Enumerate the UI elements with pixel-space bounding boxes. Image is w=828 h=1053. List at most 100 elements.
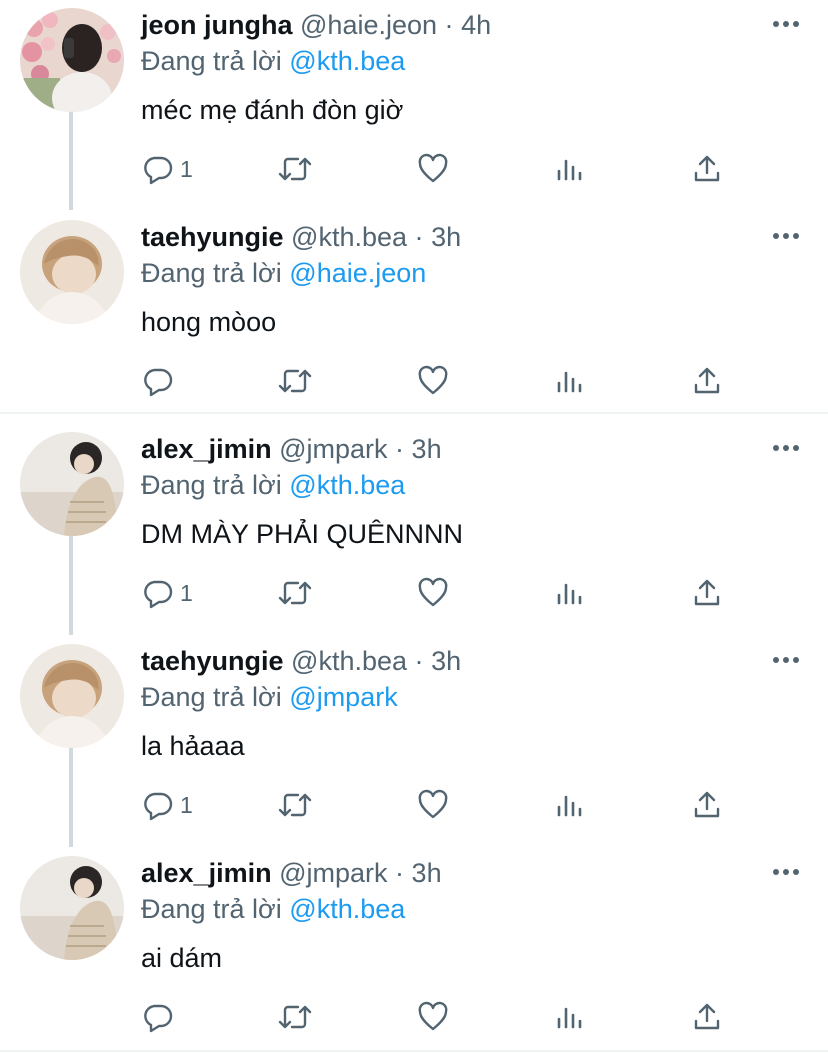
timestamp[interactable]: 3h — [412, 858, 442, 888]
reply-button[interactable]: 1 — [142, 149, 193, 189]
replying-to-label: Đang trả lời — [141, 46, 282, 76]
like-button[interactable] — [417, 573, 449, 613]
share-button[interactable] — [692, 149, 722, 189]
avatar[interactable] — [20, 8, 124, 112]
timestamp[interactable]: 3h — [431, 646, 461, 676]
views-button[interactable] — [555, 361, 585, 401]
tweet[interactable]: alex_jimin @jmpark · 3h Đang trả lời @kt… — [0, 856, 828, 1046]
display-name[interactable]: taehyungie — [141, 646, 284, 676]
like-button[interactable] — [417, 785, 449, 825]
mention-link[interactable]: @kth.bea — [289, 46, 405, 76]
replying-to-label: Đang trả lời — [141, 470, 282, 500]
display-name[interactable]: alex_jimin — [141, 434, 272, 464]
reply-button[interactable] — [142, 997, 180, 1037]
like-button[interactable] — [417, 997, 449, 1037]
tweet-header: taehyungie @kth.bea · 3h — [141, 220, 461, 254]
tweet-text: méc mẹ đánh đòn giờ — [141, 95, 404, 125]
reply-button[interactable]: 1 — [142, 573, 193, 613]
share-icon — [694, 791, 720, 818]
mention-link[interactable]: @jmpark — [289, 682, 397, 712]
tweet-text: hong mòoo — [141, 307, 277, 337]
timestamp[interactable]: 3h — [412, 434, 442, 464]
more-icon — [773, 445, 799, 451]
tweet[interactable]: jeon jungha @haie.jeon · 4h Đang trả lời… — [0, 8, 828, 198]
action-bar: 1 — [0, 573, 828, 613]
share-icon — [694, 1003, 720, 1030]
separator-dot: · — [414, 222, 424, 252]
share-button[interactable] — [692, 785, 722, 825]
separator-dot: · — [414, 646, 424, 676]
like-button[interactable] — [417, 361, 449, 401]
dark-hair-man-avatar — [20, 856, 124, 960]
reply-icon — [144, 792, 173, 821]
timestamp[interactable]: 3h — [431, 222, 461, 252]
action-bar — [0, 361, 828, 401]
views-icon — [557, 159, 582, 181]
retweet-icon — [278, 157, 312, 181]
like-button[interactable] — [417, 149, 449, 189]
tweet-header: taehyungie @kth.bea · 3h — [141, 644, 461, 678]
heart-icon — [418, 789, 448, 819]
avatar[interactable] — [20, 432, 124, 536]
avatar[interactable] — [20, 220, 124, 324]
views-button[interactable] — [555, 149, 585, 189]
avatar[interactable] — [20, 644, 124, 748]
tweet[interactable]: taehyungie @kth.bea · 3h Đang trả lời @j… — [0, 644, 828, 834]
display-name[interactable]: taehyungie — [141, 222, 284, 252]
separator-dot: · — [444, 10, 454, 40]
mention-link[interactable]: @kth.bea — [289, 470, 405, 500]
avatar[interactable] — [20, 856, 124, 960]
action-bar: 1 — [0, 149, 828, 189]
tweet-text: ai dám — [141, 943, 223, 973]
tweet[interactable]: taehyungie @kth.bea · 3h Đang trả lời @h… — [0, 220, 828, 410]
tweet[interactable]: alex_jimin @jmpark · 3h Đang trả lời @kt… — [0, 432, 828, 622]
views-icon — [557, 1007, 582, 1029]
username[interactable]: @kth.bea — [291, 646, 407, 676]
action-bar: 1 — [0, 785, 828, 825]
replying-to: Đang trả lời @kth.bea — [141, 892, 405, 926]
share-button[interactable] — [692, 997, 722, 1037]
heart-icon — [418, 577, 448, 607]
display-name[interactable]: alex_jimin — [141, 858, 272, 888]
retweet-button[interactable] — [278, 997, 312, 1037]
retweet-icon — [278, 581, 312, 605]
replying-to: Đang trả lời @haie.jeon — [141, 256, 426, 290]
views-icon — [557, 583, 582, 605]
reply-button[interactable] — [142, 361, 180, 401]
more-button[interactable] — [772, 226, 800, 246]
bottom-divider — [0, 1050, 828, 1052]
more-button[interactable] — [772, 862, 800, 882]
retweet-icon — [278, 369, 312, 393]
conversation-divider — [0, 412, 828, 414]
tweet-header: alex_jimin @jmpark · 3h — [141, 432, 442, 466]
display-name[interactable]: jeon jungha — [141, 10, 293, 40]
mention-link[interactable]: @kth.bea — [289, 894, 405, 924]
retweet-button[interactable] — [278, 573, 312, 613]
more-button[interactable] — [772, 650, 800, 670]
username[interactable]: @jmpark — [279, 858, 387, 888]
username[interactable]: @jmpark — [279, 434, 387, 464]
more-button[interactable] — [772, 14, 800, 34]
retweet-button[interactable] — [278, 149, 312, 189]
reply-icon — [144, 580, 173, 609]
mention-link[interactable]: @haie.jeon — [289, 258, 426, 288]
tweet-header: alex_jimin @jmpark · 3h — [141, 856, 442, 890]
username[interactable]: @haie.jeon — [300, 10, 437, 40]
views-button[interactable] — [555, 785, 585, 825]
timestamp[interactable]: 4h — [461, 10, 491, 40]
more-icon — [773, 657, 799, 663]
views-button[interactable] — [555, 573, 585, 613]
dark-hair-man-avatar — [20, 432, 124, 536]
share-button[interactable] — [692, 361, 722, 401]
views-button[interactable] — [555, 997, 585, 1037]
username[interactable]: @kth.bea — [291, 222, 407, 252]
share-icon — [694, 579, 720, 606]
separator-dot: · — [395, 434, 405, 464]
retweet-button[interactable] — [278, 785, 312, 825]
heart-icon — [418, 153, 448, 183]
retweet-button[interactable] — [278, 361, 312, 401]
more-button[interactable] — [772, 438, 800, 458]
reply-button[interactable]: 1 — [142, 785, 193, 825]
share-button[interactable] — [692, 573, 722, 613]
reply-count: 1 — [180, 155, 193, 182]
